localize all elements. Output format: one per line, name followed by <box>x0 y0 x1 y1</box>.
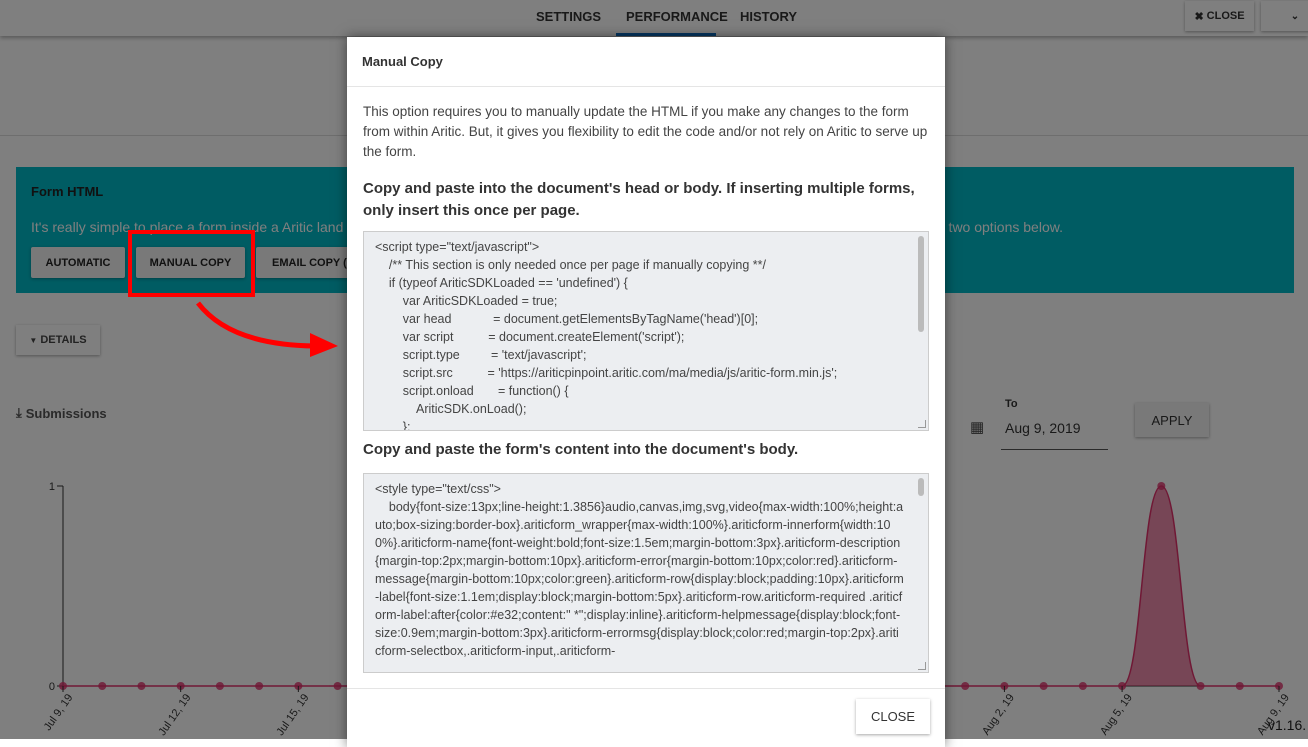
scrollbar[interactable] <box>918 478 924 496</box>
resize-handle[interactable] <box>918 420 926 428</box>
modal-title: Manual Copy <box>362 54 443 69</box>
annotation-arrow-icon <box>196 301 338 357</box>
code-line: AriticSDK.onLoad(); <box>375 402 527 416</box>
resize-handle[interactable] <box>918 662 926 670</box>
highlight-box <box>128 230 255 297</box>
modal-close-button[interactable]: CLOSE <box>856 699 930 734</box>
code-line: if (typeof AriticSDKLoaded == 'undefined… <box>375 276 628 290</box>
modal-header-divider <box>347 86 945 87</box>
body-code-heading: Copy and paste the form's content into t… <box>363 441 799 458</box>
code-line: body{font-size:13px;line-height:1.3856}a… <box>375 500 904 658</box>
modal-intro: This option requires you to manually upd… <box>363 104 928 159</box>
code-line: var script = document.createElement('scr… <box>375 330 685 344</box>
code-line: /** This section is only needed once per… <box>375 258 766 272</box>
head-code-heading: Copy and paste into the document's head … <box>363 180 915 219</box>
scrollbar[interactable] <box>918 236 924 332</box>
manual-copy-modal: Manual Copy This option requires you to … <box>347 37 945 747</box>
code-line: }; <box>375 420 411 431</box>
code-line: script.type = 'text/javascript'; <box>375 348 587 362</box>
code-line: script.src = 'https://ariticpinpoint.ari… <box>375 366 838 380</box>
code-line: script.onload = function() { <box>375 384 569 398</box>
code-line: var AriticSDKLoaded = true; <box>375 294 558 308</box>
modal-footer-divider <box>347 688 945 689</box>
body-code-textarea[interactable]: <style type="text/css"> body{font-size:1… <box>363 473 929 673</box>
code-line: <script type="text/javascript"> <box>375 240 540 254</box>
code-line: <style type="text/css"> <box>375 482 501 496</box>
code-line: var head = document.getElementsByTagName… <box>375 312 759 326</box>
head-code-textarea[interactable]: <script type="text/javascript"> /** This… <box>363 231 929 431</box>
